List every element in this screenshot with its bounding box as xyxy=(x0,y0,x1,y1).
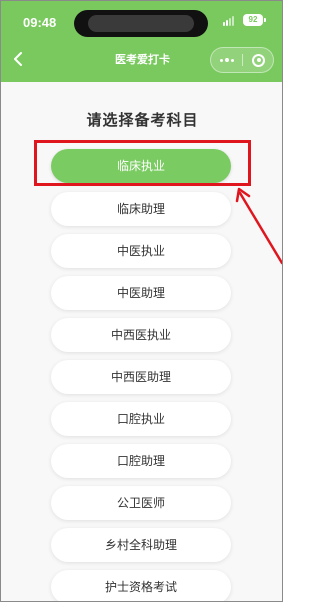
close-mini-program-button[interactable] xyxy=(243,48,274,72)
subject-option-4[interactable]: 中医助理 xyxy=(51,276,231,310)
subject-option-8[interactable]: 口腔助理 xyxy=(51,444,231,478)
page-title: 请选择备考科目 xyxy=(86,111,199,129)
battery-tip xyxy=(264,18,266,22)
more-button[interactable] xyxy=(211,48,242,72)
subject-option-11[interactable]: 护士资格考试 xyxy=(51,570,231,601)
more-dot-icon xyxy=(219,58,223,62)
mini-program-capsule xyxy=(210,47,274,73)
subject-option-3[interactable]: 中医执业 xyxy=(51,234,231,268)
subject-option-7[interactable]: 口腔执业 xyxy=(51,402,231,436)
more-dot-icon xyxy=(230,58,234,62)
battery-icon: 92 xyxy=(243,14,263,26)
phone-screen: 09:48 92 医考爱打卡 请选择备考科目 临床执业 临床助理 中医执业 中医… xyxy=(0,0,283,602)
more-dot-icon xyxy=(224,58,229,62)
subject-option-1[interactable]: 临床执业 xyxy=(51,149,231,183)
subject-option-10[interactable]: 乡村全科助理 xyxy=(51,528,231,562)
status-time: 09:48 xyxy=(23,15,57,30)
subject-option-2[interactable]: 临床助理 xyxy=(51,192,231,226)
target-icon xyxy=(252,53,265,67)
subject-option-6[interactable]: 中西医助理 xyxy=(51,360,231,394)
app-header: 09:48 92 医考爱打卡 xyxy=(1,1,282,82)
redacted-area xyxy=(88,15,194,32)
subject-option-9[interactable]: 公卫医师 xyxy=(51,486,231,520)
subject-option-5[interactable]: 中西医执业 xyxy=(51,318,231,352)
dynamic-island xyxy=(74,10,208,37)
signal-icon xyxy=(223,16,237,26)
